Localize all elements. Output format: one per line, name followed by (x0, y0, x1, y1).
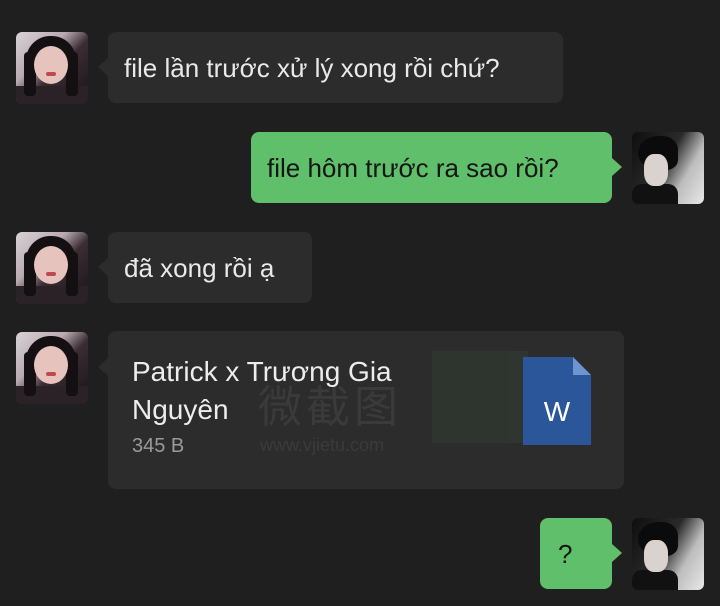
contact-avatar[interactable] (16, 32, 88, 104)
user-avatar[interactable] (632, 518, 704, 590)
bubble-tail (98, 58, 108, 76)
bubble-tail (612, 158, 622, 176)
outgoing-message-bubble[interactable]: file hôm trước ra sao rồi? (251, 132, 612, 203)
word-doc-icon: W (523, 357, 591, 445)
bubble-tail (612, 544, 622, 562)
file-attachment-card[interactable]: 微截图 www.vjietu.com Patrick x Trương Gia … (108, 331, 624, 489)
message-text: ? (558, 539, 573, 569)
incoming-message-bubble[interactable]: file lần trước xử lý xong rồi chứ? (108, 32, 563, 103)
file-name: Patrick x Trương Gia Nguyên (132, 356, 392, 425)
contact-avatar[interactable] (16, 232, 88, 304)
message-text: file hôm trước ra sao rồi? (267, 153, 559, 183)
message-text: file lần trước xử lý xong rồi chứ? (124, 53, 500, 83)
bubble-tail (98, 258, 108, 276)
outgoing-message-bubble[interactable]: ? (540, 518, 612, 589)
bubble-tail (98, 358, 108, 376)
incoming-message-bubble[interactable]: đã xong rồi ạ (108, 232, 312, 303)
message-text: đã xong rồi ạ (124, 253, 275, 283)
contact-avatar[interactable] (16, 332, 88, 404)
user-avatar[interactable] (632, 132, 704, 204)
chat-window: file lần trước xử lý xong rồi chứ? file … (0, 0, 720, 606)
file-size: 345 B (132, 435, 185, 457)
svg-text:W: W (544, 396, 571, 427)
